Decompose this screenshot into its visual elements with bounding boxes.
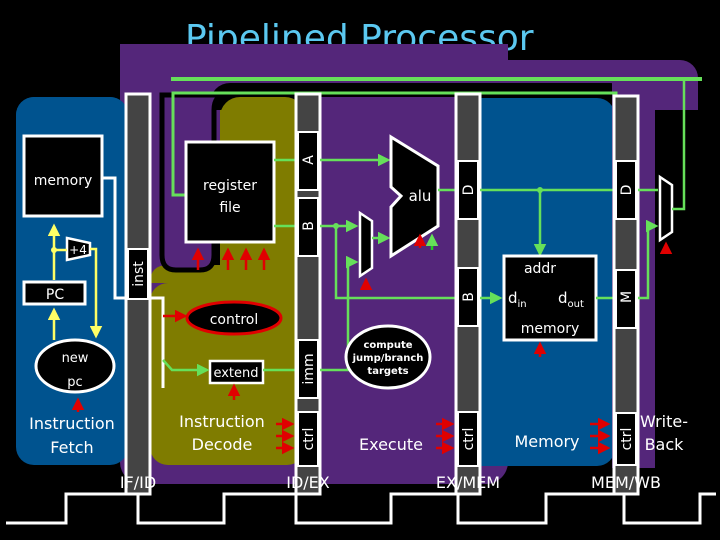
id-ex-label: ID/EX [286,473,330,492]
decode-stage-label-1: Instruction [179,412,265,431]
fetch-stage-label-1: Instruction [29,414,115,433]
wb-right-black [655,110,720,540]
plus4-label: +4 [69,243,87,257]
decode-stage-label-2: Decode [192,435,253,454]
control-label: control [210,312,259,328]
clock-waveform [6,492,716,525]
data-memory-addr-label: addr [524,261,556,277]
pipelined-processor-diagram: Pipelined Processor memory +4 PC new pc [6,18,720,540]
branch-label-1: compute [363,340,412,351]
wire-corner [682,77,686,81]
ex-mem-d-label: D [461,185,477,196]
new-pc-label-2: pc [67,375,82,390]
if-id-label: IF/ID [120,473,156,492]
mem-wb-m-label: M [619,291,635,303]
mem-wb-ctrl-label: ctrl [619,428,635,451]
ex-mem-label: EX/MEM [436,473,500,492]
memory-stage-label: Memory [514,432,579,451]
register-file-label-2: file [219,200,240,216]
id-ex-imm-label: imm [301,353,317,384]
instruction-memory-label: memory [34,173,93,189]
branch-label-3: targets [367,366,408,377]
id-ex-ctrl-label: ctrl [301,428,317,451]
id-ex-a-label: A [301,155,317,165]
pc-label: PC [46,287,64,303]
mem-wb-d-label: D [619,185,635,196]
id-ex-b-label: B [301,221,317,231]
data-memory-label: memory [521,321,580,337]
ex-mem-b-label: B [461,292,477,302]
ex-mem-ctrl-label: ctrl [461,428,477,451]
execute-stage-fill [305,97,460,467]
alu-label: alu [409,187,432,205]
top-wire [171,77,702,81]
if-id-inst-label: inst [131,261,147,287]
register-file-label-1: register [203,178,257,194]
writeback-mux [658,174,674,243]
mem-wb-label: MEM/WB [591,473,661,492]
writeback-stage-label-1: Write- [640,412,688,431]
junction-dot [51,247,57,253]
extend-label: extend [213,366,258,381]
writeback-stage-label-2: Back [645,435,685,454]
fetch-stage-label-2: Fetch [50,438,93,457]
branch-label-2: jump/branch [352,353,424,364]
alu-input-mux [358,210,374,279]
execute-stage-label: Execute [359,435,423,454]
new-pc-label-1: new [62,351,89,366]
